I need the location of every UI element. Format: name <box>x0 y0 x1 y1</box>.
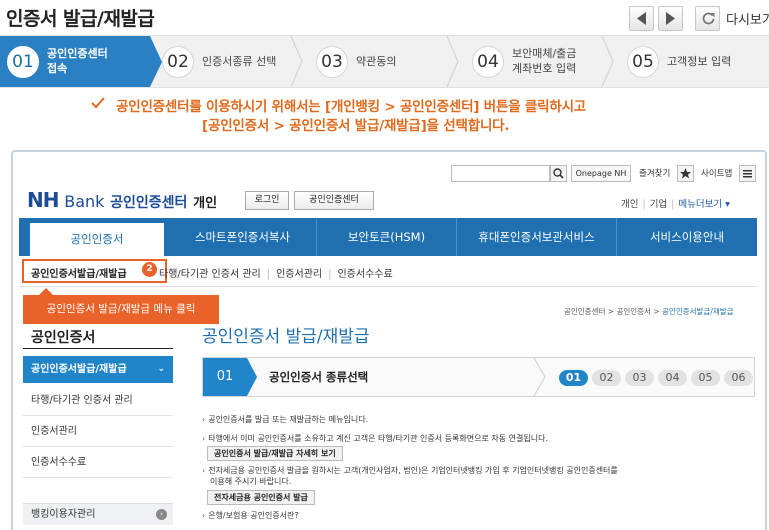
step-bar: 01 공인인증센터 접속 02 인증서종류 선택 03 약관동의 04 보안매체… <box>0 35 769 88</box>
search-icon <box>553 168 564 179</box>
progress-current-number: 01 <box>203 358 247 396</box>
step-number: 04 <box>472 46 504 78</box>
chevron-right-icon: › <box>156 509 167 520</box>
notice: 공인인증센터를 이용하시기 위해서는 [개인뱅킹 > 공인인증센터] 버튼을 클… <box>0 89 769 139</box>
body-text: › 공인인증서를 발급 또는 재발급하는 메뉴입니다. <box>202 415 369 424</box>
sidebar-item-other-bank[interactable]: 타행/타기관 인증서 관리 <box>23 385 173 416</box>
step-divider-icon <box>446 36 459 87</box>
breadcrumb-path: 공인인증센터 > 공인인증서 > <box>564 307 663 316</box>
step-label: 보안매체/출금 <box>512 47 577 60</box>
sitemap-link[interactable]: 사이트맵 <box>701 167 732 179</box>
progress-step: 03 <box>625 370 654 386</box>
step-label: 접속 <box>47 62 68 75</box>
subnav-item-other-bank[interactable]: 타행/타기관 인증서 관리 <box>159 269 261 280</box>
replay-button[interactable] <box>695 6 720 31</box>
step-number: 02 <box>162 46 194 78</box>
header-links: 개인 | 기업 | 메뉴더보기 ▾ <box>621 199 730 210</box>
embedded-screenshot: Onepage NH 즐겨찾기 사이트맵 NH Bank 공인인증센터 개인 로… <box>11 150 767 530</box>
progress-step: 06 <box>724 370 753 386</box>
sidebar-item-label: 공인인증서발급/재발급 <box>31 364 127 375</box>
star-icon <box>680 168 691 179</box>
step-number: 03 <box>316 46 348 78</box>
site-logo[interactable]: NH Bank 공인인증센터 개인 <box>27 188 217 212</box>
body-text: › 전자세금용 공인인증서 발급을 원하시는 고객(개인사업자, 법인)은 기업인… <box>202 466 618 475</box>
onepage-button[interactable]: Onepage NH <box>571 165 631 182</box>
step-divider-icon <box>290 36 303 87</box>
page-title: 인증서 발급/재발급 <box>6 8 155 30</box>
more-menu-link[interactable]: 메뉴더보기 ▾ <box>678 199 730 210</box>
body-text: › 타행에서 이미 공인인증서를 소유하고 계신 고객은 타행/타기관 인증서 등… <box>202 434 548 443</box>
sitemap-button[interactable] <box>739 165 756 182</box>
sidebar-item-fee[interactable]: 인증서수수료 <box>23 447 173 478</box>
sidebar-title: 공인인증서 <box>31 330 96 346</box>
progress-label: 공인인증서 종류선택 <box>269 370 369 384</box>
favorites-link[interactable]: 즐겨찾기 <box>639 167 670 179</box>
progress-step: 05 <box>691 370 720 386</box>
chevron-right-icon <box>666 12 675 25</box>
sidebar-item-issue[interactable]: 공인인증서발급/재발급 ⌄ <box>23 356 173 383</box>
nav-tab-phone-storage[interactable]: 휴대폰인증서보관서비스 <box>457 218 617 256</box>
step-number: 05 <box>627 46 659 78</box>
menu-icon <box>743 170 752 178</box>
breadcrumb: 공인인증센터 > 공인인증서 > 공인인증서발급/재발급 <box>564 306 734 317</box>
notice-line: 공인인증센터를 이용하시기 위해서는 [개인뱅킹 > 공인인증센터] 버튼을 클… <box>116 99 587 115</box>
notice-line: [공인인증서 > 공인인증서 발급/재발급]을 선택합니다. <box>202 118 510 134</box>
chevron-left-icon <box>637 12 646 25</box>
sidebar-item-manage[interactable]: 인증서관리 <box>23 416 173 447</box>
step-label: 약관동의 <box>356 55 397 68</box>
divider <box>19 286 757 287</box>
personal-link[interactable]: 개인 <box>621 199 638 210</box>
chevron-down-icon: ⌄ <box>157 364 165 374</box>
logo-bank: Bank <box>64 192 105 211</box>
progress-bar: 01 공인인증서 종류선택 01 02 03 04 05 06 <box>202 357 755 397</box>
step-label: 고객정보 입력 <box>667 55 732 68</box>
step-label: 계좌번호 입력 <box>512 62 577 75</box>
search-button[interactable] <box>550 165 567 182</box>
progress-divider-icon <box>533 358 546 396</box>
step-badge: 2 <box>142 262 157 277</box>
nav-tab-hsm[interactable]: 보안토큰(HSM) <box>317 218 457 256</box>
nav-tab-service-guide[interactable]: 서비스이용안내 <box>617 218 757 256</box>
cert-center-button[interactable]: 공인인증센터 <box>294 191 374 210</box>
step-label: 공인인증센터 <box>47 47 108 60</box>
content-title: 공인인증서 발급/재발급 <box>202 327 370 347</box>
step-active-arrow <box>150 36 162 87</box>
body-text: 이용해 주시기 바랍니다. <box>210 477 292 486</box>
subnav-item-issue[interactable]: 공인인증서발급/재발급 <box>31 265 127 280</box>
progress-step: 04 <box>658 370 687 386</box>
logo-nh: NH <box>27 188 60 212</box>
tooltip: 공인인증서 발급/재발급 메뉴 클릭 <box>23 295 219 324</box>
tooltip-arrow <box>39 288 53 295</box>
progress-step: 02 <box>592 370 621 386</box>
prev-button[interactable] <box>629 6 654 31</box>
sidebar-item-label: 뱅킹이용자관리 <box>31 509 96 520</box>
divider <box>23 348 173 349</box>
step-number: 01 <box>7 46 39 78</box>
nav-tab-cert[interactable]: 공인인증서 <box>29 222 165 256</box>
subnav-item-manage[interactable]: 인증서관리 <box>276 269 322 280</box>
body-text: › 은행/보험용 공인인증서란? <box>202 511 299 520</box>
favorites-button[interactable] <box>677 165 694 182</box>
breadcrumb-current: 공인인증서발급/재발급 <box>662 307 734 316</box>
progress-arrow <box>247 358 257 396</box>
etax-cert-button[interactable]: 전자세금용 공인인증서 발급 <box>207 490 315 505</box>
login-button[interactable]: 로그인 <box>245 191 289 210</box>
next-button[interactable] <box>658 6 683 31</box>
detail-button[interactable]: 공인인증서 발급/재발급 자세히 보기 <box>207 446 343 461</box>
subnav: 타행/타기관 인증서 관리 | 인증서관리 | 인증서수수료 <box>159 269 393 280</box>
main-nav: 공인인증서 스마트폰인증서복사 보안토큰(HSM) 휴대폰인증서보관서비스 서비… <box>19 218 757 256</box>
check-icon <box>91 97 105 109</box>
step-divider-icon <box>601 36 614 87</box>
search-input[interactable] <box>451 165 550 182</box>
progress-step: 01 <box>559 370 588 386</box>
logo-center: 공인인증센터 <box>110 195 188 211</box>
logo-personal: 개인 <box>193 196 218 211</box>
nav-tab-smartphone-copy[interactable]: 스마트폰인증서복사 <box>169 218 317 256</box>
business-link[interactable]: 기업 <box>650 199 667 210</box>
replay-label[interactable]: 다시보기 <box>726 9 769 28</box>
step-label: 인증서종류 선택 <box>202 55 277 68</box>
refresh-icon <box>702 12 715 25</box>
subnav-item-fee[interactable]: 인증서수수료 <box>337 269 392 280</box>
sidebar-item-banking-user[interactable]: 뱅킹이용자관리 › <box>23 503 173 525</box>
